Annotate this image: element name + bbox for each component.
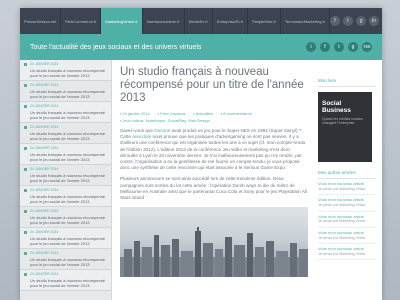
nav-site-2[interactable]: MarketingVirtuel.fr <box>101 8 143 38</box>
post-date: 24 JANVIER 2014 <box>24 209 107 213</box>
list-item[interactable]: 24 JANVIER 2014 Un studio français à nouv… <box>20 165 111 186</box>
post-title[interactable]: Un studio français à nouveau récompensé … <box>24 278 107 288</box>
meta-date: ▪24 janvier 2014 <box>120 111 150 116</box>
post-title[interactable]: Un studio français à nouveau récompensé … <box>24 257 107 267</box>
post-date: 24 JANVIER 2014 <box>24 104 107 108</box>
list-item[interactable]: 24 JANVIER 2014 Un studio français à nouv… <box>20 207 111 228</box>
post-date: 24 JANVIER 2014 <box>24 272 107 276</box>
post-date: 24 JANVIER 2014 <box>24 230 107 234</box>
p1-text-a: Savez-vous que <box>120 128 155 133</box>
twitter-icon[interactable]: t <box>334 42 344 52</box>
post-date: 24 JANVIER 2014 <box>24 251 107 255</box>
googleplus-icon[interactable]: g <box>348 42 358 52</box>
other-article-source: Je pense par Marketing Virtuel <box>318 235 366 240</box>
site-banner: Toute l'actualité des jeux sociaux et de… <box>20 34 382 60</box>
post-title[interactable]: Un studio français à nouveau récompensé … <box>24 215 107 225</box>
meta-tags[interactable]: ▪Jeux vidéos, Numérique, SocialPlay, Web… <box>120 118 210 123</box>
right-sidebar: Mon livre Social Business Quand les médi… <box>318 78 376 300</box>
meta-date-text: 24 janvier 2014 <box>122 111 150 116</box>
list-item[interactable]: 24 JANVIER 2014 Un studio français à nouv… <box>20 249 111 270</box>
post-date: 24 JANVIER 2014 <box>24 62 107 66</box>
meta-category-text[interactable]: Actualités <box>196 111 213 116</box>
list-item[interactable]: 24 JANVIER 2014 Un studio français à nouv… <box>20 81 111 102</box>
post-title[interactable]: Un studio français à nouveau récompensé … <box>24 236 107 246</box>
meta-comments-text[interactable]: 8 commentaires <box>223 111 251 116</box>
post-date: 24 JANVIER 2014 <box>24 167 107 171</box>
other-article-source: Je pense par Marketing Virtuel <box>318 186 366 191</box>
facebook-icon[interactable]: f <box>329 16 340 26</box>
article-title: Un studio français à nouveau récompensé … <box>120 66 304 104</box>
post-title[interactable]: Un studio français à nouveau récompensé … <box>24 89 107 99</box>
nav-site-1[interactable]: RichCommerce.fr <box>61 8 102 34</box>
meta-comments[interactable]: ▪8 commentaires <box>221 111 252 116</box>
post-title[interactable]: Un studio français à nouveau récompensé … <box>24 110 107 120</box>
article-body: Savez-vous que Danone avait produit un j… <box>120 128 308 201</box>
book-title: Social Business <box>322 100 351 114</box>
article: Un studio français à nouveau récompensé … <box>120 66 308 300</box>
recent-posts-sidebar: 24 JANVIER 2014 Un studio français à nouv… <box>20 60 112 300</box>
post-title[interactable]: Un studio français à nouveau récompensé … <box>24 194 107 204</box>
article-paragraph-1: Savez-vous que Danone avait produit un j… <box>120 128 308 171</box>
meta-tags-text[interactable]: Jeux vidéos, Numérique, SocialPlay, Web … <box>122 118 209 123</box>
folder-icon: ▪ <box>193 111 195 116</box>
article-meta: ▪24 janvier 2014 ▪Fred Cavazza ▪Actualit… <box>120 111 308 123</box>
post-title[interactable]: Un studio français à nouveau récompensé … <box>24 152 107 162</box>
book-subtitle: Quand les médias sociaux changent l'entr… <box>322 117 364 126</box>
banner-icons: i f t g rss <box>306 42 382 52</box>
user-icon: ▪ <box>157 111 160 116</box>
list-item[interactable]: 24 JANVIER 2014 Un studio français à nouv… <box>20 270 111 291</box>
book-heading: Mon livre <box>318 78 376 87</box>
article-image <box>120 207 308 278</box>
meta-author[interactable]: ▪Fred Cavazza <box>158 111 185 116</box>
p1-text-c: nous prouve que les pratiques d'advergam… <box>120 134 306 171</box>
list-item[interactable]: Vous mon nouveau article Je pense par Mar… <box>318 179 376 196</box>
network-nav: PresseSessca.net RichCommerce.fr Marketi… <box>20 8 382 38</box>
nav-site-4[interactable]: MediaEx.fr <box>185 8 213 34</box>
post-date: 24 JANVIER 2014 <box>24 188 107 192</box>
p1-link-anecdote[interactable]: anecdote <box>132 134 151 139</box>
nav-site-6[interactable]: SimpleWeb.fr <box>248 8 281 34</box>
meta-author-text[interactable]: Fred Cavazza <box>160 111 185 116</box>
post-date: 24 JANVIER 2014 <box>24 125 107 129</box>
nav-site-3[interactable]: Interfacesublime.fr <box>143 8 185 34</box>
list-item[interactable]: Vous mon nouveau article Je pense par Mar… <box>318 228 376 245</box>
linkedin-icon[interactable]: in <box>368 16 379 26</box>
info-icon[interactable]: i <box>306 42 316 52</box>
other-articles-heading: Mes autres articles <box>318 170 376 179</box>
city-skyline-icon <box>120 227 308 278</box>
list-item[interactable]: 24 JANVIER 2014 Un studio français à nouv… <box>20 60 111 81</box>
post-date: 24 JANVIER 2014 <box>24 83 107 87</box>
post-title[interactable]: Un studio français à nouveau récompensé … <box>24 173 107 183</box>
list-item[interactable]: 24 JANVIER 2014 Un studio français à nouv… <box>20 123 111 144</box>
article-paragraph-2: Plusieurs annonceurs se sont ainsi succé… <box>120 176 307 201</box>
meta-category[interactable]: ▪Actualités <box>193 111 213 116</box>
post-date: 24 JANVIER 2014 <box>24 146 107 150</box>
list-item[interactable]: Vous mon nouveau article Je pense par Mar… <box>318 212 376 228</box>
post-title[interactable]: Un studio français à nouveau récompensé … <box>24 68 107 78</box>
site-window: PresseSessca.net RichCommerce.fr Marketi… <box>20 8 382 300</box>
other-article-source: Je pense par Marketing Virtuel <box>318 251 366 256</box>
other-article-source: Je pense par Marketing Virtuel <box>318 219 366 224</box>
list-item[interactable]: 24 JANVIER 2014 Un studio français à nouv… <box>20 144 111 165</box>
nav-site-7[interactable]: TerminatorMarketing.fr <box>281 8 330 34</box>
nav-site-0[interactable]: PresseSessca.net <box>20 8 62 34</box>
nav-site-5[interactable]: Entreprise20.fr <box>213 8 249 34</box>
other-article-source: Je pense par Marketing Virtuel <box>318 203 366 208</box>
twitter-icon[interactable]: t <box>342 16 353 26</box>
list-item[interactable]: 24 JANVIER 2014 Un studio français à nouv… <box>20 102 111 123</box>
list-item[interactable]: Vous mon nouveau article Je pense par Mar… <box>318 244 376 261</box>
facebook-icon[interactable]: f <box>320 42 330 52</box>
list-item[interactable]: 24 JANVIER 2014 Un studio français à nouv… <box>20 186 111 207</box>
post-title[interactable]: Un studio français à nouveau récompensé … <box>24 131 107 141</box>
site-tagline: Toute l'actualité des jeux sociaux et de… <box>30 43 202 51</box>
book-ad[interactable]: Social Business Quand les médias sociaux… <box>318 92 372 162</box>
rss-icon[interactable]: rss <box>362 42 372 52</box>
list-item[interactable]: Vous mon nouveau article Je pense par Mar… <box>318 195 376 212</box>
social-links: f t g in <box>329 16 382 26</box>
p1-link-danone[interactable]: Danone <box>154 128 170 133</box>
list-item[interactable]: 24 JANVIER 2014 Un studio français à nouv… <box>20 228 111 249</box>
googleplus-icon[interactable]: g <box>355 16 366 26</box>
